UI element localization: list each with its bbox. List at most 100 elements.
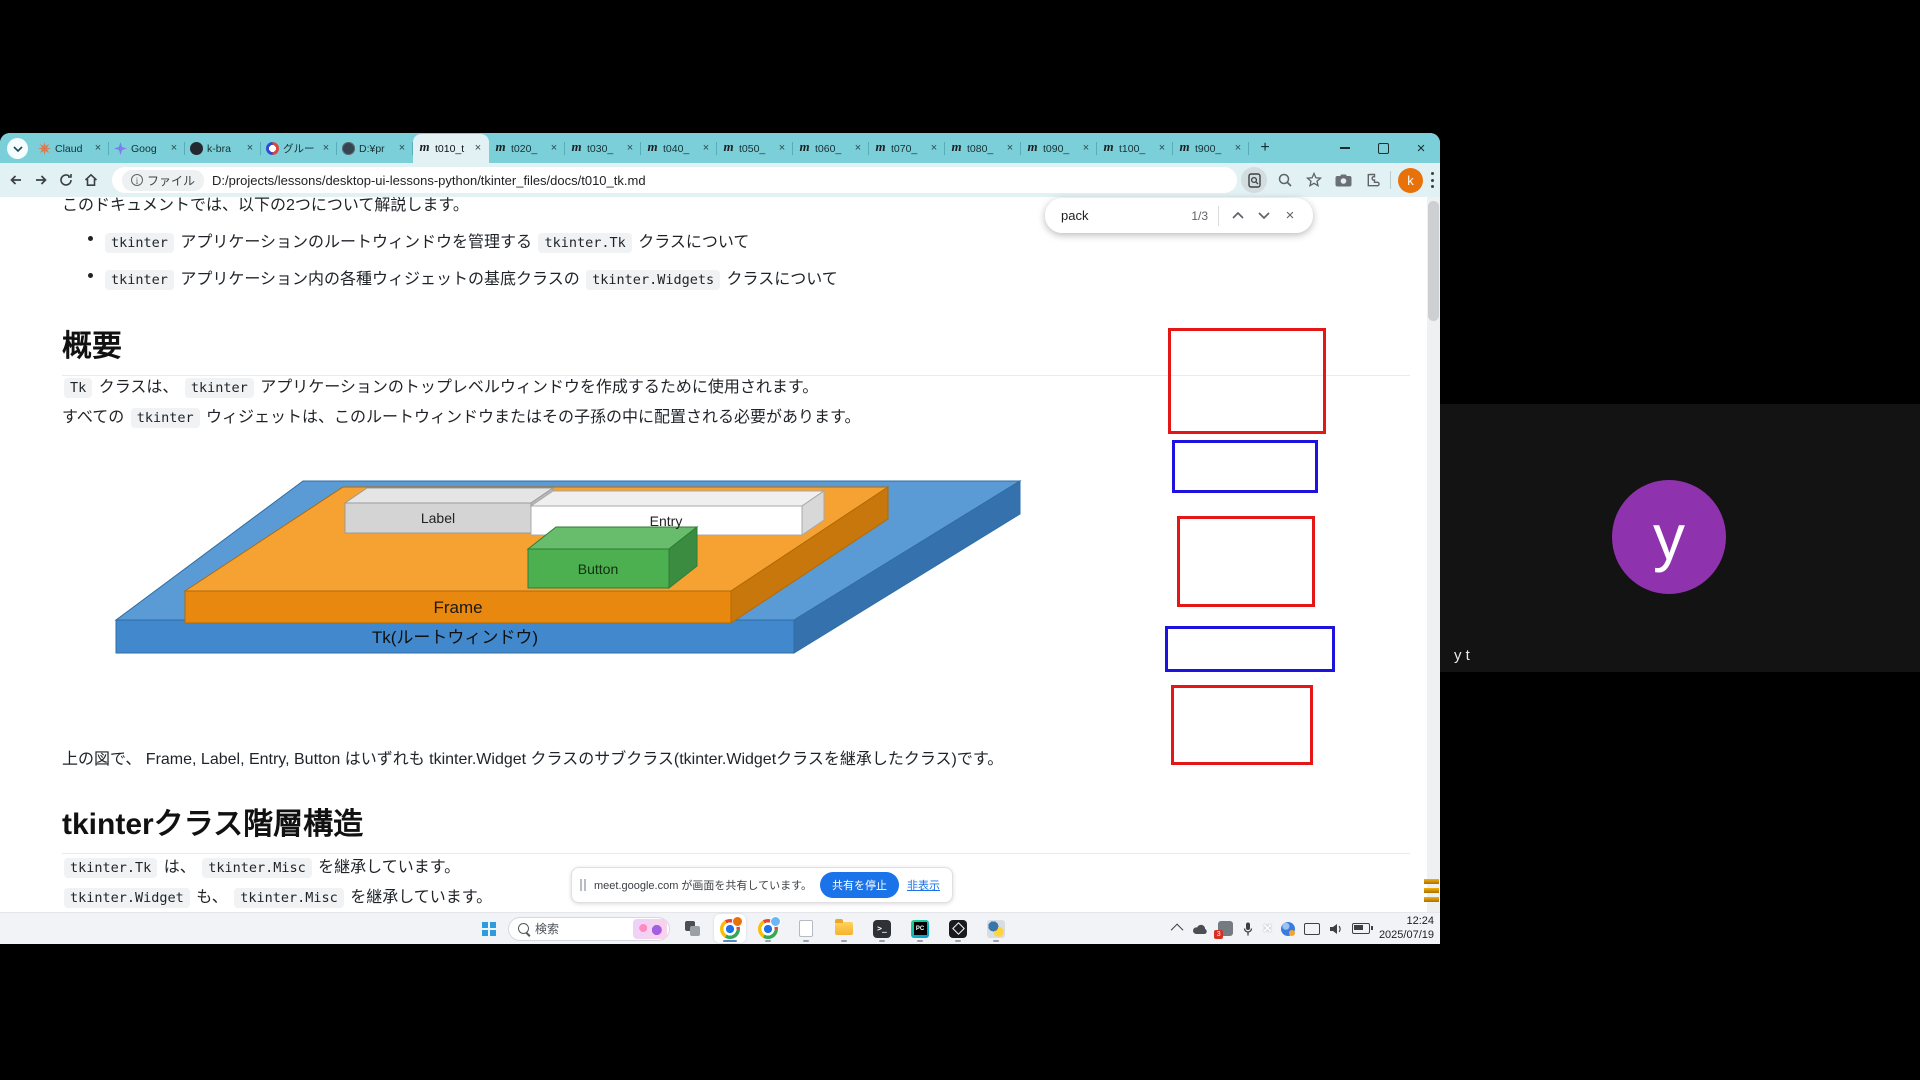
new-tab-button[interactable] <box>1253 136 1277 160</box>
tab-close-icon[interactable] <box>1080 143 1092 155</box>
minimize-button[interactable] <box>1326 133 1364 163</box>
browser-tab[interactable]: t030_ <box>565 134 641 163</box>
task-view-button[interactable] <box>676 914 708 943</box>
tab-close-icon[interactable] <box>776 143 788 155</box>
browser-tab[interactable]: t070_ <box>869 134 945 163</box>
bookmark-star-icon[interactable] <box>1303 169 1325 191</box>
browser-tab[interactable]: t080_ <box>945 134 1021 163</box>
browser-tab[interactable]: t040_ <box>641 134 717 163</box>
home-button[interactable] <box>83 172 99 188</box>
bullet-dot <box>88 273 93 278</box>
tab-close-icon[interactable] <box>928 143 940 155</box>
taskbar-notepad[interactable] <box>790 914 822 943</box>
taskbar-pycharm[interactable]: PC <box>904 914 936 943</box>
tray-expand-chevron[interactable] <box>1174 924 1183 933</box>
browser-tab[interactable]: グルー <box>261 134 337 163</box>
profile-avatar[interactable]: k <box>1398 168 1423 193</box>
browser-tab[interactable]: Claud <box>33 134 109 163</box>
stop-sharing-button[interactable]: 共有を停止 <box>820 872 899 898</box>
browser-tab[interactable]: t020_ <box>489 134 565 163</box>
browser-tab[interactable]: D:¥pr <box>337 134 413 163</box>
toc-hamburger-icon[interactable] <box>1424 879 1440 906</box>
browser-tab[interactable]: k-bra <box>185 134 261 163</box>
task-view-icon <box>685 921 700 936</box>
tab-close-icon[interactable] <box>320 143 332 155</box>
tab-close-icon[interactable] <box>1232 143 1244 155</box>
address-bar[interactable]: ファイル D:/projects/lessons/desktop-ui-less… <box>112 167 1237 193</box>
back-button[interactable] <box>8 172 24 188</box>
clock-time: 12:24 <box>1379 915 1434 929</box>
browser-tab[interactable]: t010_t <box>413 134 489 163</box>
text-segment: tkinter <box>131 408 200 428</box>
menu-dots-icon[interactable] <box>1430 172 1434 188</box>
entry-top-face <box>531 491 824 506</box>
drag-handle-icon[interactable] <box>580 879 586 891</box>
hide-banner-link[interactable]: 非表示 <box>907 877 940 893</box>
browser-tab[interactable]: Goog <box>109 134 185 163</box>
maximize-button[interactable] <box>1364 133 1402 163</box>
find-divider <box>1218 206 1219 226</box>
url-text[interactable]: D:/projects/lessons/desktop-ui-lessons-p… <box>212 173 646 188</box>
taskbar-chrome-profile-2[interactable] <box>752 914 784 943</box>
find-input[interactable]: pack <box>1061 208 1191 223</box>
browser-tab[interactable]: t050_ <box>717 134 793 163</box>
reader-mode-icon[interactable] <box>1241 167 1267 193</box>
zoom-icon[interactable] <box>1274 169 1296 191</box>
onedrive-cloud-icon[interactable] <box>1192 923 1209 935</box>
tab-close-icon[interactable] <box>1156 143 1168 155</box>
taskbar-search[interactable]: 検索 <box>508 917 670 941</box>
tab-search-button[interactable] <box>7 138 28 159</box>
tab-close-icon[interactable] <box>92 143 104 155</box>
app-sphere-icon[interactable] <box>1281 922 1295 936</box>
extensions-puzzle-icon[interactable] <box>1361 169 1383 191</box>
tab-close-icon[interactable] <box>396 143 408 155</box>
reload-button[interactable] <box>58 172 74 188</box>
find-close-button[interactable] <box>1277 203 1303 229</box>
scrollbar[interactable] <box>1427 197 1440 912</box>
tab-close-icon[interactable] <box>168 143 180 155</box>
text-segment: tkinter.Tk <box>538 233 631 253</box>
taskbar-dark-app[interactable] <box>942 914 974 943</box>
text-segment: クラスについて <box>722 271 838 288</box>
find-next-button[interactable] <box>1251 203 1277 229</box>
volume-icon[interactable] <box>1329 923 1343 935</box>
tab-close-icon[interactable] <box>624 143 636 155</box>
browser-tab[interactable]: t090_ <box>1021 134 1097 163</box>
tab-close-icon[interactable] <box>852 143 864 155</box>
notification-badge-icon[interactable]: 3 <box>1218 921 1233 936</box>
notepad-icon <box>799 920 813 937</box>
taskbar-file-explorer[interactable] <box>828 914 860 943</box>
browser-tab[interactable]: t100_ <box>1097 134 1173 163</box>
close-button[interactable] <box>1402 133 1440 163</box>
forward-button[interactable] <box>33 172 49 188</box>
tab-close-icon[interactable] <box>244 143 256 155</box>
scheme-label: ファイル <box>147 172 195 189</box>
taskbar-terminal[interactable]: >_ <box>866 914 898 943</box>
taskbar-python-app[interactable] <box>980 914 1012 943</box>
browser-tab[interactable]: t060_ <box>793 134 869 163</box>
find-previous-button[interactable] <box>1225 203 1251 229</box>
section-heading-hierarchy: tkinterクラス階層構造 <box>62 799 1410 854</box>
tab-close-icon[interactable] <box>700 143 712 155</box>
participant-avatar: y <box>1612 480 1726 594</box>
tab-title: t040_ <box>663 143 696 155</box>
microphone-icon[interactable] <box>1242 922 1254 936</box>
taskbar-clock[interactable]: 12:24 2025/07/19 <box>1379 915 1434 943</box>
url-scheme-chip[interactable]: ファイル <box>122 170 204 191</box>
cast-display-icon[interactable] <box>1304 923 1320 935</box>
browser-tab[interactable]: t900_ <box>1173 134 1249 163</box>
label-top-face <box>345 488 553 503</box>
tab-favicon <box>494 142 507 155</box>
screenshot-camera-icon[interactable] <box>1332 169 1354 191</box>
tab-close-icon[interactable] <box>1004 143 1016 155</box>
scrollbar-thumb[interactable] <box>1428 201 1439 321</box>
browser-toolbar: ファイル D:/projects/lessons/desktop-ui-less… <box>0 163 1440 198</box>
taskbar-chrome-profile-k[interactable] <box>714 914 746 943</box>
tab-close-icon[interactable] <box>472 143 484 155</box>
tab-title: グルー <box>283 141 316 156</box>
close-share-x-icon[interactable]: × <box>1263 920 1272 937</box>
battery-icon[interactable] <box>1352 923 1370 934</box>
start-button[interactable] <box>476 916 502 942</box>
tab-close-icon[interactable] <box>548 143 560 155</box>
meet-participant-tile[interactable]: y y t <box>1440 404 1920 672</box>
